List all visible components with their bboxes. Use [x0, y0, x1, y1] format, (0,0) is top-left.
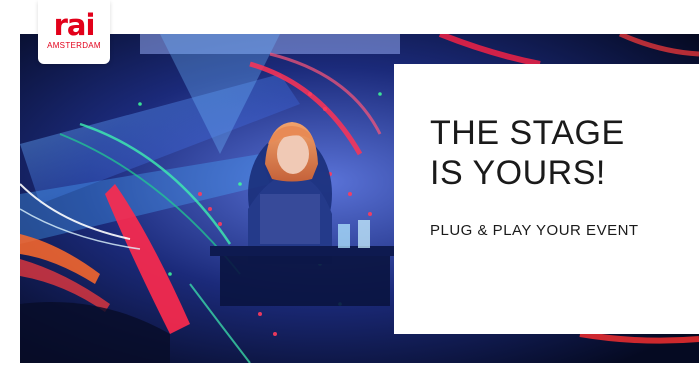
logo-city: AMSTERDAM	[47, 41, 101, 50]
headline-line-2: IS YOURS!	[430, 154, 606, 192]
rai-amsterdam-logo[interactable]: rai AMSTERDAM	[38, 0, 110, 64]
headline-card: THE STAGE IS YOURS! PLUG & PLAY YOUR EVE…	[394, 64, 699, 334]
logo-wordmark: rai	[53, 8, 96, 42]
headline-line-1: THE STAGE	[430, 114, 625, 152]
hero-subheadline: PLUG & PLAY YOUR EVENT	[430, 222, 639, 239]
hero-headline: THE STAGE IS YOURS!	[430, 113, 625, 193]
